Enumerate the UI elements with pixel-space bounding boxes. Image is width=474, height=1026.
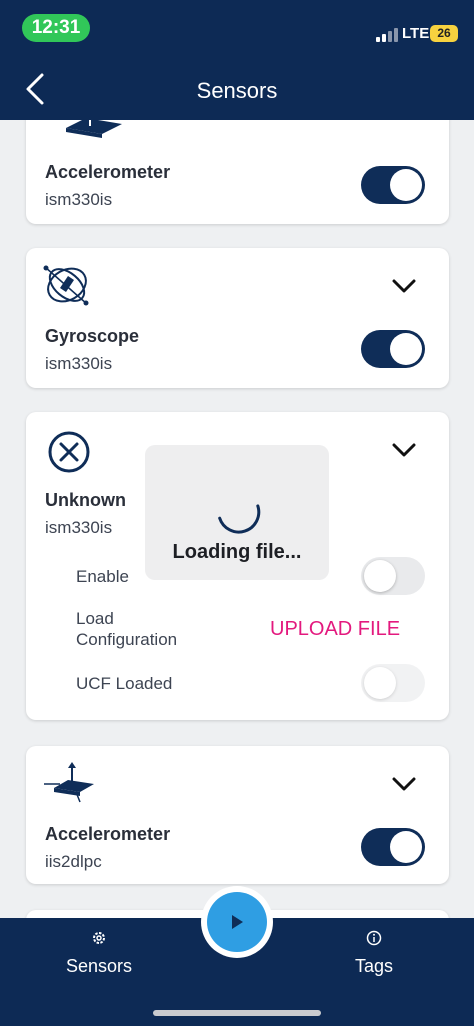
chevron-down-icon[interactable] [392,279,416,293]
load-config-label-line1: Load [76,609,114,628]
spinner-icon [218,504,261,534]
sensor-model: ism330is [45,354,113,373]
sensor-model: ism330is [45,190,113,209]
status-bar: 12:31 LTE 26 [0,0,474,58]
accelerometer-icon [44,762,94,803]
gyroscope-icon [43,265,89,306]
play-button[interactable] [207,892,267,952]
chevron-down-icon[interactable] [392,443,416,457]
signal-icon [376,28,398,42]
enable-label: Enable [76,567,129,586]
loading-dialog: Loading file... [145,445,329,580]
sensor-card-accelerometer-iis2dlpc: Accelerometer iis2dlpc [26,746,449,884]
enable-toggle[interactable] [361,557,425,595]
tab-tags[interactable]: Tags [304,930,444,977]
sensor-name: Accelerometer [45,824,171,844]
sensor-model: iis2dlpc [45,852,102,871]
play-icon [232,915,243,929]
tab-label: Sensors [65,956,133,976]
tab-label: Tags [354,956,394,976]
load-config-label-line2: Configuration [76,630,178,649]
ucf-loaded-toggle[interactable] [361,664,425,702]
network-type: LTE [402,25,430,42]
upload-file-button[interactable]: UPLOAD FILE [270,618,400,641]
sensor-toggle[interactable] [361,330,425,368]
loading-text: Loading file... [172,541,302,563]
sensor-toggle[interactable] [361,828,425,866]
accelerometer-icon [66,120,122,138]
ucf-loaded-label: UCF Loaded [76,674,173,693]
sensor-card-accelerometer-ism330is: Accelerometer ism330is [26,120,449,224]
gear-icon [93,932,105,944]
play-button-ring [201,886,273,958]
sensor-toggle[interactable] [361,166,425,204]
battery-level: 26 [430,25,458,42]
tab-sensors[interactable]: Sensors [29,930,169,977]
sensor-name: Gyroscope [45,326,140,346]
chevron-down-icon[interactable] [392,777,416,791]
nav-bar: Sensors [0,58,474,120]
sensor-card-gyroscope: Gyroscope ism330is [26,248,449,388]
info-icon [366,930,382,946]
close-circle-icon [48,431,90,473]
page-title: Sensors [196,78,278,103]
status-time: 12:31 [22,14,90,42]
sensor-name: Unknown [45,490,126,510]
home-indicator [153,1010,321,1016]
sensor-name: Accelerometer [45,162,171,182]
sensor-model: ism330is [45,518,113,537]
